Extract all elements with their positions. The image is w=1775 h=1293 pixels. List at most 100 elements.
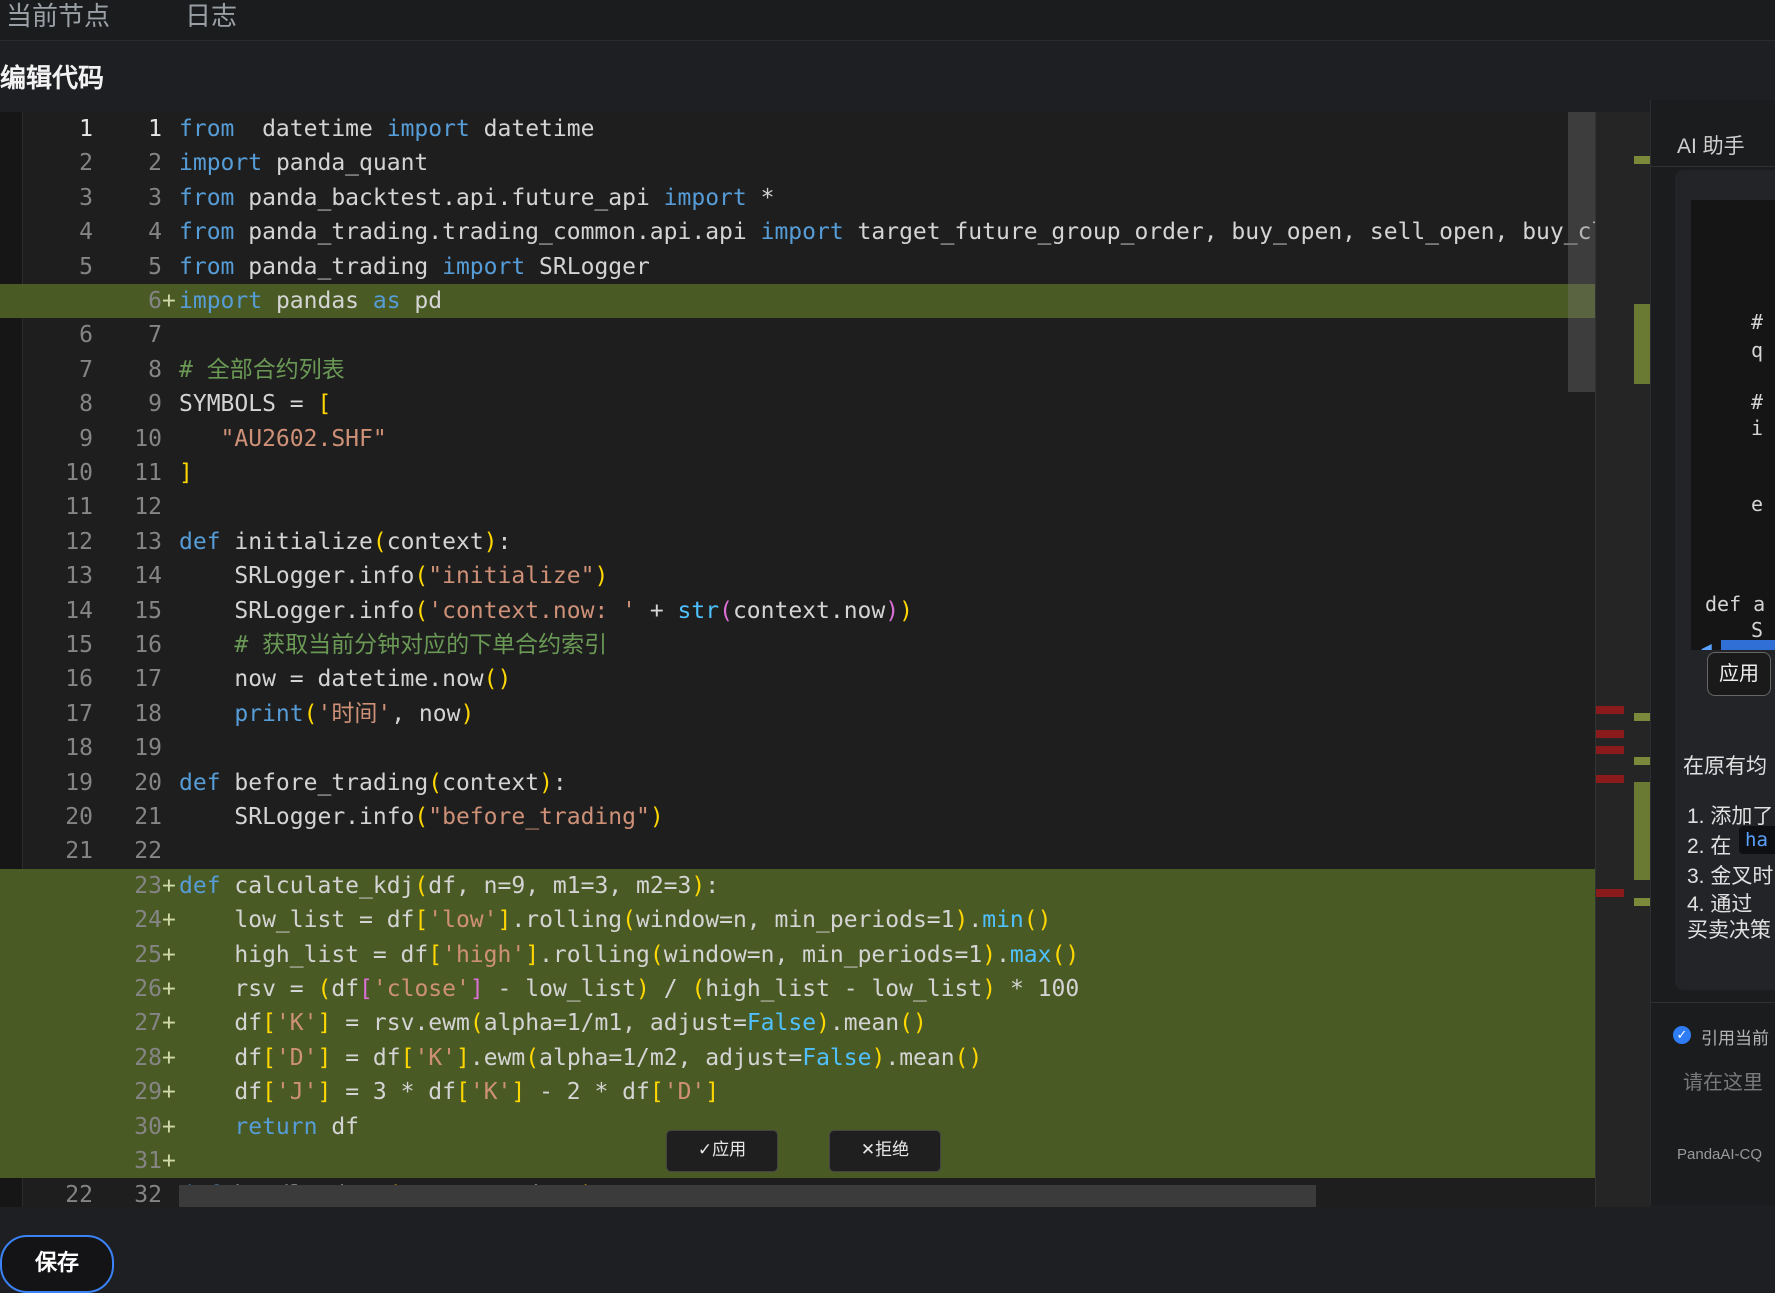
code-line[interactable]: 11 12 bbox=[0, 490, 1595, 524]
modified-line-number: 29 bbox=[134, 1079, 162, 1106]
overview-added-marker bbox=[1634, 757, 1650, 765]
added-code-line[interactable]: 24 + low_list = df['low'].rolling(window=… bbox=[0, 903, 1595, 938]
code-editor[interactable]: 1 1 from datetime import datetime 2 2 import … bbox=[0, 112, 1650, 1207]
code-text: SRLogger.info("before_trading") bbox=[179, 804, 664, 830]
original-line-number: 2 bbox=[79, 150, 93, 177]
added-code-line[interactable]: 31 + bbox=[0, 1144, 1595, 1179]
save-button[interactable]: 保存 bbox=[0, 1235, 114, 1293]
overview-added-marker bbox=[1634, 713, 1650, 721]
code-text: # 获取当前分钟对应的下单合约索引 bbox=[179, 632, 608, 658]
ai-code-block[interactable]: # q # i e def a S ◀ bbox=[1691, 200, 1775, 650]
diff-plus-icon: + bbox=[162, 1044, 176, 1071]
code-line[interactable]: 20 21 SRLogger.info("before_trading") bbox=[0, 800, 1595, 834]
code-line[interactable]: 8 9 SYMBOLS = [ bbox=[0, 387, 1595, 421]
modified-line-number: 4 bbox=[148, 219, 162, 246]
diff-plus-icon: + bbox=[162, 1113, 176, 1140]
diff-plus-icon: + bbox=[162, 907, 176, 934]
ai-panel-title: AI 助手 bbox=[1677, 135, 1745, 158]
original-line-number: 6 bbox=[79, 322, 93, 349]
ai-inline-code: ha bbox=[1739, 826, 1775, 854]
horizontal-scrollbar[interactable] bbox=[179, 1185, 1316, 1207]
modified-line-number: 18 bbox=[134, 700, 162, 727]
added-code-line[interactable]: 28 + df['D'] = df['K'].ewm(alpha=1/m2, ad… bbox=[0, 1040, 1595, 1076]
code-area[interactable]: 1 1 from datetime import datetime 2 2 import … bbox=[0, 112, 1595, 1207]
modified-line-number: 1 bbox=[148, 116, 162, 142]
code-line[interactable]: 9 10 "AU2602.SHF" bbox=[0, 422, 1595, 456]
original-line-number: 10 bbox=[65, 460, 93, 486]
code-line[interactable]: 19 20 def before_trading(context): bbox=[0, 766, 1595, 800]
code-line[interactable]: 67 bbox=[0, 318, 1595, 352]
added-code-line[interactable]: 27 + df['K'] = rsv.ewm(alpha=1/m1, adjust… bbox=[0, 1006, 1595, 1041]
ai-code-line: # bbox=[1751, 310, 1764, 334]
modified-line-number: 13 bbox=[134, 528, 162, 555]
code-text: import pandas as pd bbox=[179, 288, 443, 314]
ai-code-line: e bbox=[1751, 492, 1764, 516]
original-line-number: 19 bbox=[65, 769, 93, 796]
modified-line-number: 8 bbox=[148, 356, 162, 383]
original-line-number: 8 bbox=[79, 391, 93, 418]
code-text: "AU2602.SHF" bbox=[220, 425, 387, 452]
ai-summary-line: 买卖决策 bbox=[1687, 919, 1771, 942]
original-line-number: 11 bbox=[65, 494, 93, 521]
accept-change-button[interactable]: ✓应用 bbox=[666, 1130, 778, 1172]
ai-code-line: # bbox=[1751, 390, 1764, 414]
checkbox-checked-icon[interactable]: ✓ bbox=[1673, 1026, 1691, 1044]
ai-code-scrollbar[interactable] bbox=[1721, 640, 1775, 650]
code-line[interactable]: 3 3 from panda_backtest.api.future_api imp… bbox=[0, 181, 1595, 215]
original-line-number: 15 bbox=[65, 632, 93, 658]
code-line[interactable]: 13 14 SRLogger.info("initialize") bbox=[0, 559, 1595, 593]
code-text: high_list = df['high'].rolling(window=n,… bbox=[179, 941, 1080, 968]
ai-chat-input[interactable]: 请在这里 bbox=[1683, 1066, 1763, 1095]
modified-line-number: 25 bbox=[134, 941, 162, 968]
code-text: # 全部合约列表 bbox=[179, 356, 345, 383]
tab-current-node[interactable]: 当前节点 bbox=[6, 0, 110, 40]
added-code-line[interactable]: 30 + return df bbox=[0, 1109, 1595, 1144]
ai-apply-button[interactable]: 应用 bbox=[1707, 652, 1771, 696]
modified-line-number: 14 bbox=[134, 563, 162, 590]
overview-deleted-marker bbox=[1596, 706, 1624, 714]
overview-deleted-marker bbox=[1596, 730, 1624, 738]
code-line[interactable]: 7 8 # 全部合约列表 bbox=[0, 353, 1595, 387]
ai-summary-line: 3. 金叉时 bbox=[1687, 865, 1774, 888]
overview-deleted-marker bbox=[1596, 775, 1624, 783]
diff-plus-icon: + bbox=[162, 941, 176, 968]
added-code-line[interactable]: 29 + df['J'] = 3 * df['K'] - 2 * df['D'] bbox=[0, 1075, 1595, 1110]
code-line[interactable]: 2 2 import panda_quant bbox=[0, 146, 1595, 180]
added-code-line[interactable]: 23 + def calculate_kdj(df, n=9, m1=3, m2=3… bbox=[0, 868, 1595, 904]
code-line[interactable]: 16 17 now = datetime.now() bbox=[0, 662, 1595, 696]
ai-assistant-panel: AI 助手 # q # i e def a S ◀ 应用 在原有均 1. 添加了… bbox=[1650, 100, 1775, 1205]
tab-log[interactable]: 日志 bbox=[185, 0, 237, 40]
code-line[interactable]: 17 18 print('时间', now) bbox=[0, 697, 1595, 731]
added-code-line[interactable]: 6 + import pandas as pd bbox=[0, 284, 1595, 319]
added-code-line[interactable]: 25 + high_list = df['high'].rolling(windo… bbox=[0, 937, 1595, 972]
code-text: from panda_backtest.api.future_api impor… bbox=[179, 184, 775, 211]
modified-line-number: 21 bbox=[134, 804, 162, 830]
modified-line-number: 31 bbox=[134, 1148, 162, 1174]
modified-line-number: 5 bbox=[148, 253, 162, 280]
modified-line-number: 19 bbox=[134, 735, 162, 762]
code-line[interactable]: 12 13 def initialize(context): bbox=[0, 525, 1595, 559]
code-text: def initialize(context): bbox=[179, 528, 512, 555]
code-line[interactable]: 4 4 from panda_trading.trading_common.api.… bbox=[0, 215, 1595, 249]
code-line[interactable]: 21 22 bbox=[0, 834, 1595, 868]
code-line[interactable]: 5 5 from panda_trading import SRLogger bbox=[0, 250, 1595, 284]
modified-line-number: 12 bbox=[134, 494, 162, 521]
original-line-number: 1 bbox=[79, 116, 93, 142]
code-text: df['K'] = rsv.ewm(alpha=1/m1, adjust=Fal… bbox=[179, 1010, 927, 1037]
code-text: SYMBOLS = [ bbox=[179, 391, 332, 418]
code-line[interactable]: 10 11] bbox=[0, 456, 1595, 490]
top-tab-bar: 当前节点 日志 bbox=[0, 0, 1775, 41]
ai-model-name: PandaAI-CQ bbox=[1677, 1146, 1763, 1163]
code-line[interactable]: 15 16 # 获取当前分钟对应的下单合约索引 bbox=[0, 628, 1595, 662]
code-line[interactable]: 1 1 from datetime import datetime bbox=[0, 112, 1595, 146]
original-line-number: 21 bbox=[65, 838, 93, 865]
code-line[interactable]: 18 19 bbox=[0, 731, 1595, 765]
scroll-left-icon[interactable]: ◀ bbox=[1701, 640, 1712, 650]
editor-scrollbar-thumb[interactable] bbox=[1568, 112, 1595, 392]
reference-current-label[interactable]: 引用当前 bbox=[1701, 1024, 1769, 1049]
reject-change-button[interactable]: ✕拒绝 bbox=[829, 1130, 941, 1172]
code-text: now = datetime.now() bbox=[179, 666, 512, 693]
added-code-line[interactable]: 26 + rsv = (df['close'] - low_list) / (hi… bbox=[0, 972, 1595, 1007]
diff-overview-ruler[interactable] bbox=[1595, 112, 1650, 1207]
code-line[interactable]: 14 15 SRLogger.info('context.now: ' + str… bbox=[0, 594, 1595, 628]
